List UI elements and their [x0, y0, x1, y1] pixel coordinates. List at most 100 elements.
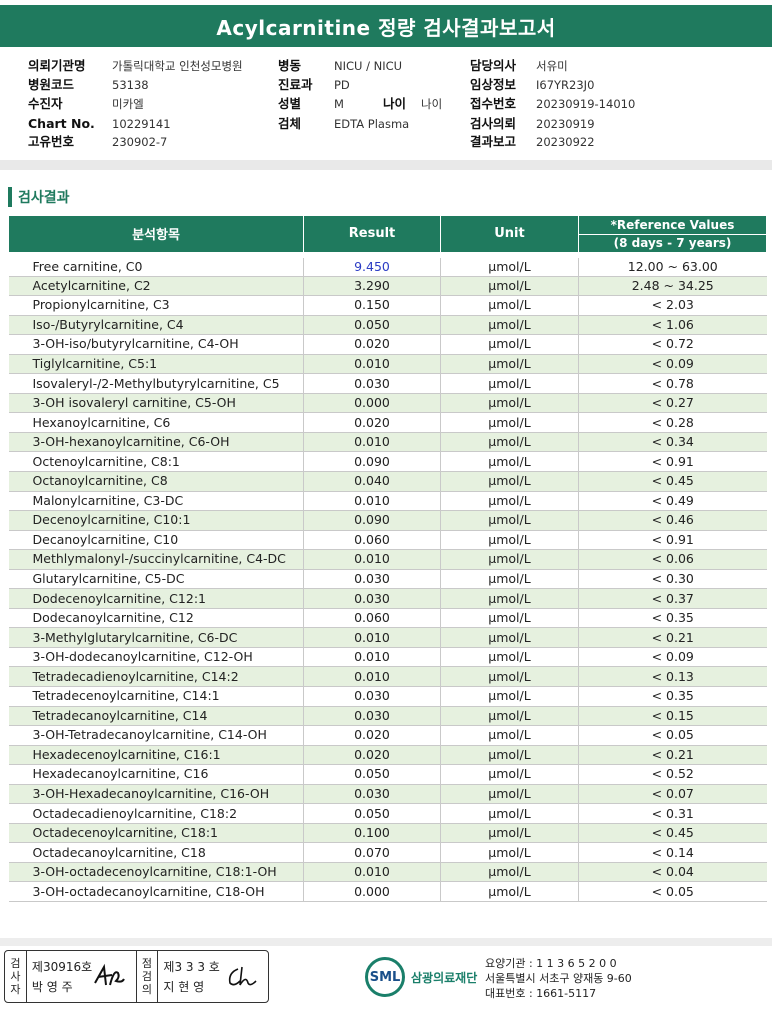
analyte-name: Decanoylcarnitine, C10: [8, 530, 304, 551]
examiner-cell: 제30916호 박 영 주: [27, 951, 137, 1002]
unit-value: μmol/L: [440, 608, 579, 629]
analyte-name: 3-OH-hexanoylcarnitine, C6-OH: [8, 432, 304, 453]
result-value: 0.020: [303, 745, 441, 766]
vertical-char: 검: [10, 957, 21, 970]
reference-value: < 0.31: [578, 803, 767, 824]
table-row: Hexadecanoylcarnitine, C16 0.050 μmol/L < 0…: [8, 764, 767, 785]
info-value: I67YR23J0: [536, 78, 595, 92]
info-label: 결과보고: [470, 134, 517, 149]
table-row: Octadecenoylcarnitine, C18:1 0.100 μmol/L <…: [8, 823, 767, 844]
result-value: 0.000: [303, 393, 441, 414]
info-label: 담당의사: [470, 58, 517, 73]
analyte-name: Octadecenoylcarnitine, C18:1: [8, 823, 304, 844]
result-value: 0.030: [303, 784, 441, 805]
unit-value: μmol/L: [440, 647, 579, 668]
result-value: 0.060: [303, 608, 441, 629]
reference-value: < 0.78: [578, 373, 767, 394]
result-value: 0.070: [303, 842, 441, 863]
unit-value: μmol/L: [440, 823, 579, 844]
reference-value: < 0.21: [578, 745, 767, 766]
unit-value: μmol/L: [440, 784, 579, 805]
table-row: Iso-/Butyrylcarnitine, C4 0.050 μmol/L < 1.…: [8, 315, 767, 336]
analyte-name: 3-OH-Hexadecanoylcarnitine, C16-OH: [8, 784, 304, 805]
info-row: Chart No. 10229141 검체 EDTA Plasma 검사의뢰 202309…: [0, 115, 772, 133]
analyte-name: 3-OH-octadecenoylcarnitine, C18:1-OH: [8, 862, 304, 883]
analyte-name: Decenoylcarnitine, C10:1: [8, 510, 304, 531]
reference-value: < 0.91: [578, 530, 767, 551]
info-value: 서유미: [536, 59, 568, 73]
reference-value: < 0.05: [578, 725, 767, 746]
result-value: 0.010: [303, 491, 441, 512]
info-label: 의뢰기관명: [28, 58, 86, 73]
result-value: 0.010: [303, 354, 441, 375]
section-divider: [0, 160, 772, 170]
reference-value: < 0.07: [578, 784, 767, 805]
table-row: 3-OH isovaleryl carnitine, C5-OH 0.000 μmo…: [8, 393, 767, 414]
result-value: 0.010: [303, 666, 441, 687]
unit-value: μmol/L: [440, 706, 579, 727]
info-value: 가톨릭대학교 인천성모병원: [112, 59, 243, 73]
age-label: 나이: [383, 96, 407, 111]
table-row: Glutarylcarnitine, C5-DC 0.030 μmol/L < 0.3…: [8, 569, 767, 590]
analyte-name: Acetylcarnitine, C2: [8, 276, 304, 297]
reference-value: < 0.30: [578, 569, 767, 590]
result-value: 0.090: [303, 510, 441, 531]
header-result: Result: [303, 215, 441, 255]
results-section-title: 검사결과: [8, 186, 70, 208]
analyte-name: 3-OH-iso/butyrylcarnitine, C4-OH: [8, 334, 304, 355]
org-info: 요양기관 : 1 1 3 6 5 2 0 0 서울특별시 서초구 양재동 9-6…: [485, 956, 632, 1001]
org-address: 서울특별시 서초구 양재동 9-60: [485, 972, 632, 985]
reference-value: < 0.04: [578, 862, 767, 883]
analyte-name: 3-OH-octadecanoylcarnitine, C18-OH: [8, 881, 304, 902]
table-row: 3-OH-hexanoylcarnitine, C6-OH 0.010 μmol/L…: [8, 432, 767, 453]
reviewer-signature: [228, 966, 257, 986]
unit-value: μmol/L: [440, 393, 579, 414]
report-header: Acylcarnitine 정량 검사결과보고서: [0, 5, 772, 47]
table-row: 3-OH-Hexadecanoylcarnitine, C16-OH 0.030 μ…: [8, 784, 767, 805]
info-value: PD: [334, 78, 350, 92]
reference-value: < 0.52: [578, 764, 767, 785]
analyte-name: Methlymalonyl-/succinylcarnitine, C4-DC: [8, 549, 304, 570]
analyte-name: 3-Methylglutarylcarnitine, C6-DC: [8, 627, 304, 648]
age-value: 나이: [421, 97, 443, 111]
analyte-name: Tetradecanoylcarnitine, C14: [8, 706, 304, 727]
table-row: Isovaleryl-/2-Methylbutyrylcarnitine, C5…: [8, 373, 767, 394]
reference-value: < 0.06: [578, 549, 767, 570]
reference-value: < 0.09: [578, 354, 767, 375]
analyte-name: Tetradecadienoylcarnitine, C14:2: [8, 666, 304, 687]
unit-value: μmol/L: [440, 569, 579, 590]
result-value: 0.030: [303, 706, 441, 727]
sml-logo-name: 삼광의료재단: [411, 970, 478, 985]
reference-value: < 1.06: [578, 315, 767, 336]
reference-value: < 0.37: [578, 588, 767, 609]
reference-value: < 0.72: [578, 334, 767, 355]
analyte-name: Tiglylcarnitine, C5:1: [8, 354, 304, 375]
vertical-char: 의: [141, 983, 153, 996]
info-value: 20230922: [536, 135, 595, 149]
unit-value: μmol/L: [440, 862, 579, 883]
reference-value: < 0.49: [578, 491, 767, 512]
unit-value: μmol/L: [440, 725, 579, 746]
result-value: 0.020: [303, 334, 441, 355]
analyte-name: Tetradecenoylcarnitine, C14:1: [8, 686, 304, 707]
result-value: 9.450: [303, 251, 441, 277]
results-table-wrap: 분석항목 Result Unit *Reference Values (8 da…: [8, 215, 767, 902]
unit-value: μmol/L: [440, 745, 579, 766]
table-row: Free carnitine, C0 9.450 μmol/L 12.00 ~ 63.…: [8, 251, 767, 277]
unit-value: μmol/L: [440, 530, 579, 551]
unit-value: μmol/L: [440, 686, 579, 707]
info-label: 검체: [278, 116, 302, 131]
info-label: 병동: [278, 58, 302, 73]
info-value: 53138: [112, 78, 149, 92]
result-value: 0.060: [303, 530, 441, 551]
table-row: 3-OH-dodecanoylcarnitine, C12-OH 0.010 μmo…: [8, 647, 767, 668]
examiner-signature: [93, 963, 125, 986]
info-value: 230902-7: [112, 135, 168, 149]
info-value: 20230919-14010: [536, 97, 636, 111]
analyte-name: Glutarylcarnitine, C5-DC: [8, 569, 304, 590]
info-value: 미카엘: [112, 97, 144, 111]
unit-value: μmol/L: [440, 295, 579, 316]
unit-value: μmol/L: [440, 471, 579, 492]
table-row: Tetradecadienoylcarnitine, C14:2 0.010 μmo…: [8, 666, 767, 687]
unit-value: μmol/L: [440, 491, 579, 512]
